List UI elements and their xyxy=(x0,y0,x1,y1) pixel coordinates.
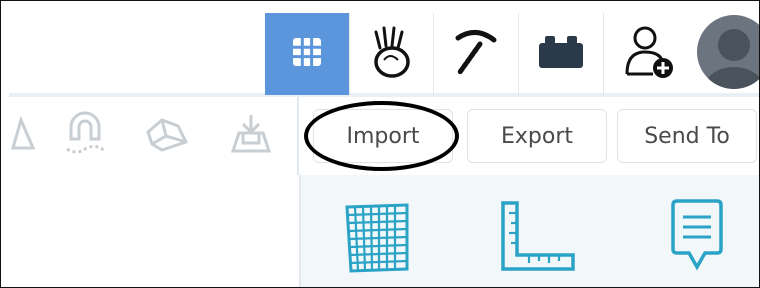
triangle-icon xyxy=(9,114,49,158)
magnet-icon xyxy=(61,109,109,163)
highlight-annotation xyxy=(304,101,459,171)
send-to-button[interactable]: Send To xyxy=(617,109,757,163)
top-bar-separator xyxy=(603,13,604,95)
drop-tool[interactable] xyxy=(223,107,279,165)
toolbar-divider xyxy=(297,97,299,177)
brick-button[interactable] xyxy=(519,13,603,95)
pickaxe-button[interactable] xyxy=(434,13,518,95)
terrain-button[interactable] xyxy=(350,13,434,95)
pickaxe-icon xyxy=(450,26,502,82)
ruler-tool[interactable] xyxy=(495,197,575,281)
note-tool[interactable] xyxy=(657,197,737,281)
note-icon xyxy=(665,199,729,279)
hand-stone-icon xyxy=(366,24,418,84)
magnet-tool[interactable] xyxy=(57,107,113,165)
app-window: Import Export Send To xyxy=(0,0,760,288)
grid-button[interactable] xyxy=(265,13,349,95)
export-button[interactable]: Export xyxy=(467,109,607,163)
grid-surface-icon xyxy=(341,201,413,277)
grid-icon xyxy=(289,34,325,74)
grid-surface-tool[interactable] xyxy=(337,197,417,281)
stamp-icon xyxy=(142,112,192,160)
add-user-button[interactable] xyxy=(605,13,695,95)
triangle-tool[interactable] xyxy=(1,107,57,165)
download-tray-icon xyxy=(229,111,273,161)
left-panel xyxy=(9,175,301,287)
add-user-icon xyxy=(623,24,677,84)
stamp-tool[interactable] xyxy=(139,107,195,165)
brick-icon xyxy=(537,34,585,74)
ruler-l-icon xyxy=(493,199,577,279)
